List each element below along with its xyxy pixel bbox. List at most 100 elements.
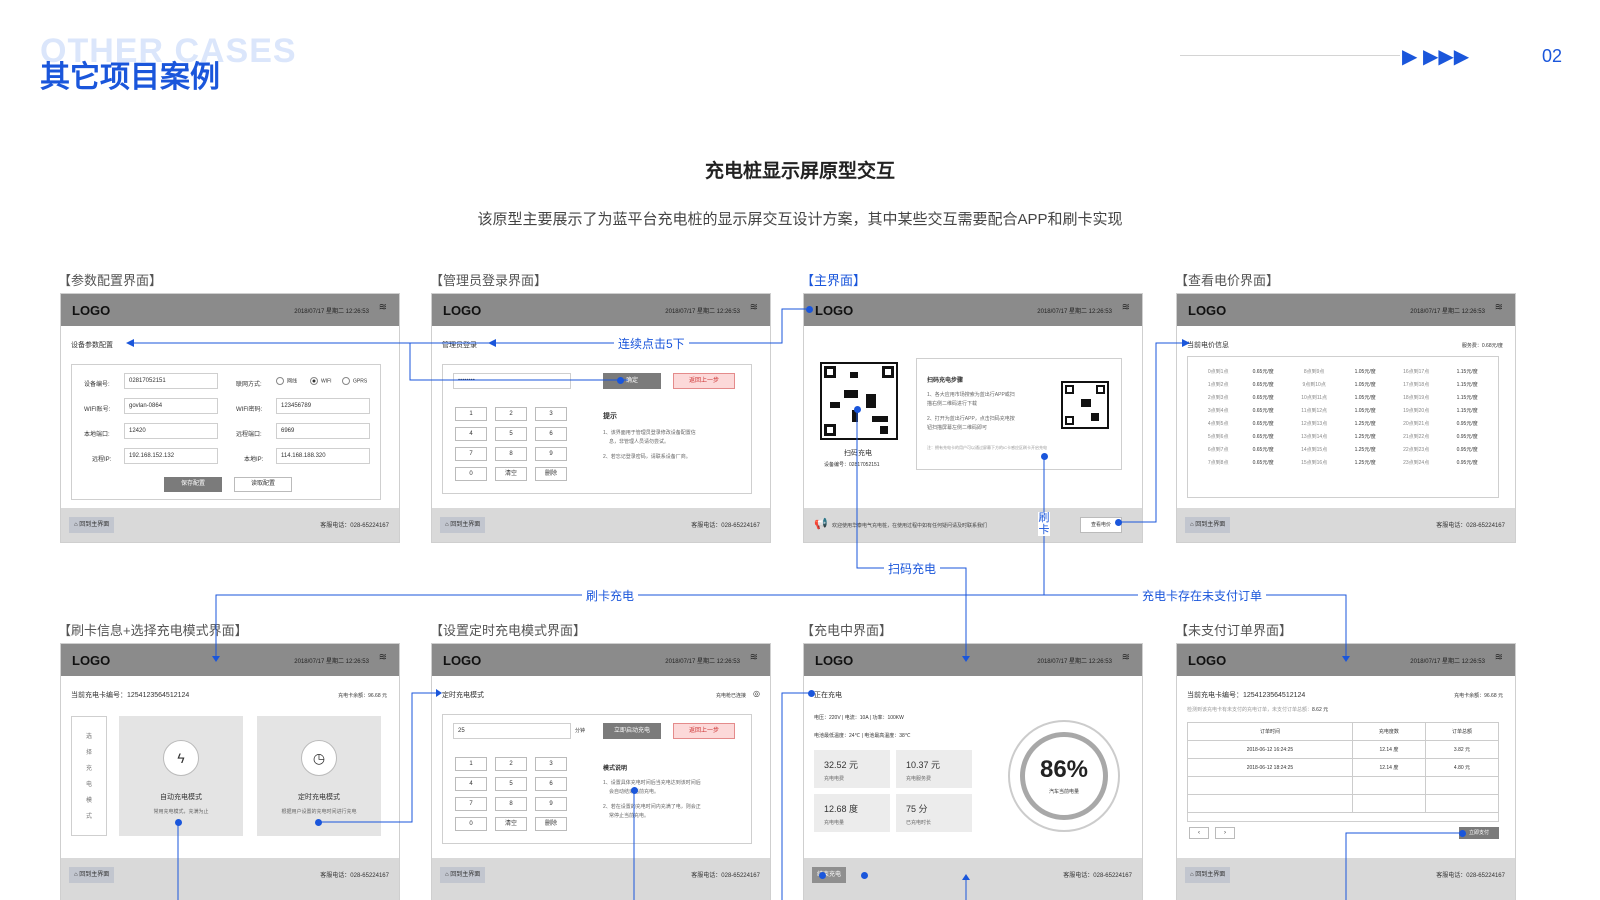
remote-port-input[interactable]: 6969 — [276, 423, 370, 439]
keypad-key[interactable]: 9 — [535, 447, 567, 461]
screen-label-card-mode: 【刷卡信息+选择充电模式界面】 — [58, 623, 248, 638]
tip-line: 息，非管理人员请勿尝试。 — [609, 439, 670, 445]
keypad-key[interactable]: 7 — [455, 447, 487, 461]
scan-charge-label: 扫码充电 — [844, 450, 872, 457]
table-header-cell: 订单时间 — [1187, 722, 1353, 741]
datetime: 2018/07/17 星期二 12:26:53 — [1410, 309, 1485, 315]
keypad-key[interactable]: 6 — [535, 427, 567, 441]
radio-checked-icon — [310, 377, 318, 385]
wifi-password-input[interactable]: 123456789 — [276, 398, 370, 414]
hotspot-logo — [806, 306, 813, 313]
keypad-key[interactable]: 8 — [495, 447, 527, 461]
table-cell: 14点到15点 — [1301, 447, 1328, 453]
card-balance: 充电卡余额：96.68 元 — [1454, 693, 1503, 699]
header-arrows: ▶ ▶▶▶ — [1402, 46, 1470, 68]
keypad-key[interactable]: 1 — [455, 757, 487, 771]
radio-cable[interactable]: 网线 — [276, 377, 297, 385]
table-cell: 0.65元/度 — [1252, 460, 1274, 466]
qr-finder — [1065, 416, 1074, 425]
keypad-key[interactable]: 0 — [455, 817, 487, 831]
keypad-key[interactable]: 5 — [495, 777, 527, 791]
charge-qr-code[interactable] — [820, 362, 898, 440]
page-number: 02 — [1542, 46, 1563, 66]
timer-charge-mode-card[interactable]: ◷ 定时充电模式 根据用户设置的充电时间进行充电 — [257, 716, 381, 836]
step-line: 描右侧二维码进行下载 — [927, 401, 978, 407]
table-cell: 1.05元/度 — [1354, 395, 1376, 401]
keypad-key[interactable]: 9 — [535, 797, 567, 811]
table-cell: 0.65元/度 — [1252, 395, 1274, 401]
home-button[interactable]: ⌂ 回到主界面 — [440, 867, 486, 883]
local-ip-input[interactable]: 114.168.188.320 — [276, 448, 370, 464]
keypad-key[interactable]: 5 — [495, 427, 527, 441]
radio-wifi[interactable]: WIFI — [310, 377, 332, 385]
save-config-button[interactable]: 保存配置 — [164, 477, 222, 492]
home-button[interactable]: ⌂ 回到主界面 — [440, 517, 486, 533]
wifi-account-input[interactable]: govlan-0864 — [124, 398, 218, 414]
wifi-icon: ≋ — [1121, 652, 1130, 663]
auto-charge-mode-card[interactable]: ϟ 自动充电模式 常用充电模式，充满为止 — [119, 716, 243, 836]
read-config-button[interactable]: 读取配置 — [234, 477, 292, 492]
back-button[interactable]: 返回上一步 — [673, 373, 735, 389]
mode-desc-line: 常停止当前充电。 — [609, 813, 650, 819]
radio-cable-label: 网线 — [287, 378, 298, 385]
minutes-input[interactable]: 25 — [453, 723, 571, 739]
local-port-input[interactable]: 12420 — [124, 423, 218, 439]
keypad-key[interactable]: 2 — [495, 407, 527, 421]
keypad-clear-key[interactable]: 清空 — [495, 467, 527, 481]
confirm-button[interactable]: 确定 — [603, 373, 661, 389]
table-row: 2点到3点 0.65元/度 10点到11点 1.05元/度 18点到19点 1.15元/度 — [1196, 391, 1490, 404]
remote-ip-input[interactable]: 192.168.152.132 — [124, 448, 218, 464]
keypad-key[interactable]: 7 — [455, 797, 487, 811]
screen-main: LOGO 2018/07/17 星期二 12:26:53 ≋ 扫码充电 设备编号… — [803, 293, 1143, 543]
footer-bar: ⌂ 回到主界面 客服电话：028-65224167 — [61, 858, 399, 900]
service-phone: 客服电话：028-65224167 — [1436, 873, 1505, 879]
home-button[interactable]: ⌂ 回到主界面 — [1185, 517, 1231, 533]
table-cell: 4.80 元 — [1424, 758, 1500, 777]
stop-charge-button[interactable]: 结束充电 — [812, 867, 847, 883]
device-no-input[interactable]: 02817052151 — [124, 373, 218, 389]
table-row: 7点到8点 0.65元/度 15点到16点 1.25元/度 23点到24点 0.95元/度 — [1196, 456, 1490, 469]
datetime: 2018/07/17 星期二 12:26:53 — [1410, 659, 1485, 665]
hotspot-qr — [854, 406, 861, 413]
footer-bar: ⌂ 回到主界面 客服电话：028-65224167 — [61, 508, 399, 542]
home-label: 回到主界面 — [450, 872, 481, 878]
keypad-key[interactable]: 3 — [535, 757, 567, 771]
prev-page-button[interactable]: ‹ — [1189, 827, 1209, 839]
annotation-swipe-charge: 刷卡充电 — [582, 587, 639, 604]
keypad-key[interactable]: 8 — [495, 797, 527, 811]
tip-title: 提示 — [603, 413, 617, 420]
table-cell: 1.15元/度 — [1456, 382, 1478, 388]
keypad-key[interactable]: 6 — [535, 777, 567, 791]
step-line: 2、打开为蓝出行APP，点击扫码充电按 — [927, 416, 1015, 422]
home-button[interactable]: ⌂ 回到主界面 — [69, 517, 115, 533]
battery-percent: 86% — [1039, 756, 1089, 783]
screen-config: LOGO 2018/07/17 星期二 12:26:53 ≋ 设备参数配置 设备… — [60, 293, 400, 543]
radio-gprs-label: GPRS — [353, 378, 368, 385]
table-row[interactable]: 2018-06-12 16:24:25 12.14 度 3.82 元 — [1187, 740, 1500, 759]
config-form: 设备编号: 02817052151 WIFI账号: govlan-0864 本地… — [71, 364, 381, 500]
next-page-button[interactable]: › — [1215, 827, 1235, 839]
footer-bar: ⌂ 回到主界面 客服电话：028-65224167 — [432, 508, 770, 542]
keypad-key[interactable]: 3 — [535, 407, 567, 421]
start-charge-button[interactable]: 立即启动充电 — [603, 723, 661, 739]
keypad-delete-key[interactable]: 删除 — [535, 817, 567, 831]
keypad-key[interactable]: 1 — [455, 407, 487, 421]
keypad-key[interactable]: 0 — [455, 467, 487, 481]
home-button[interactable]: ⌂ 回到主界面 — [1185, 867, 1231, 883]
service-phone: 客服电话：028-65224167 — [320, 873, 389, 879]
screen-label-admin: 【管理员登录界面】 — [430, 273, 548, 288]
energy-label: 充电电量 — [824, 820, 845, 826]
password-input[interactable]: •••••••• — [453, 373, 571, 389]
app-download-qr-code[interactable] — [1061, 381, 1109, 429]
table-row[interactable]: 2018-06-12 18:24:25 12.14 度 4.80 元 — [1187, 758, 1500, 777]
keypad-key[interactable]: 4 — [455, 777, 487, 791]
back-button[interactable]: 返回上一步 — [673, 723, 735, 739]
keypad-clear-key[interactable]: 清空 — [495, 817, 527, 831]
table-cell: 0.65元/度 — [1252, 434, 1274, 440]
keypad-key[interactable]: 4 — [455, 427, 487, 441]
keypad-key[interactable]: 2 — [495, 757, 527, 771]
keypad-delete-key[interactable]: 删除 — [535, 467, 567, 481]
home-button[interactable]: ⌂ 回到主界面 — [69, 867, 115, 883]
radio-gprs[interactable]: GPRS — [342, 377, 367, 385]
card-number: 当前充电卡编号：1254123564512124 — [1187, 692, 1306, 699]
